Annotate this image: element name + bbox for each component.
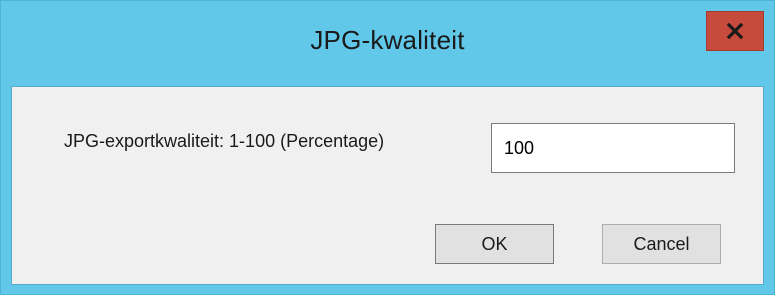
close-icon: [726, 23, 744, 39]
quality-input[interactable]: [491, 123, 735, 173]
dialog-body: JPG-exportkwaliteit: 1-100 (Percentage) …: [11, 86, 764, 285]
cancel-button[interactable]: Cancel: [602, 224, 721, 264]
window-title: JPG-kwaliteit: [310, 25, 465, 55]
dialog-window: JPG-kwaliteit JPG-exportkwaliteit: 1-100…: [0, 0, 775, 295]
ok-button[interactable]: OK: [435, 224, 554, 264]
close-button[interactable]: [706, 11, 764, 51]
quality-label: JPG-exportkwaliteit: 1-100 (Percentage): [64, 131, 385, 151]
title-bar[interactable]: JPG-kwaliteit: [1, 1, 774, 86]
